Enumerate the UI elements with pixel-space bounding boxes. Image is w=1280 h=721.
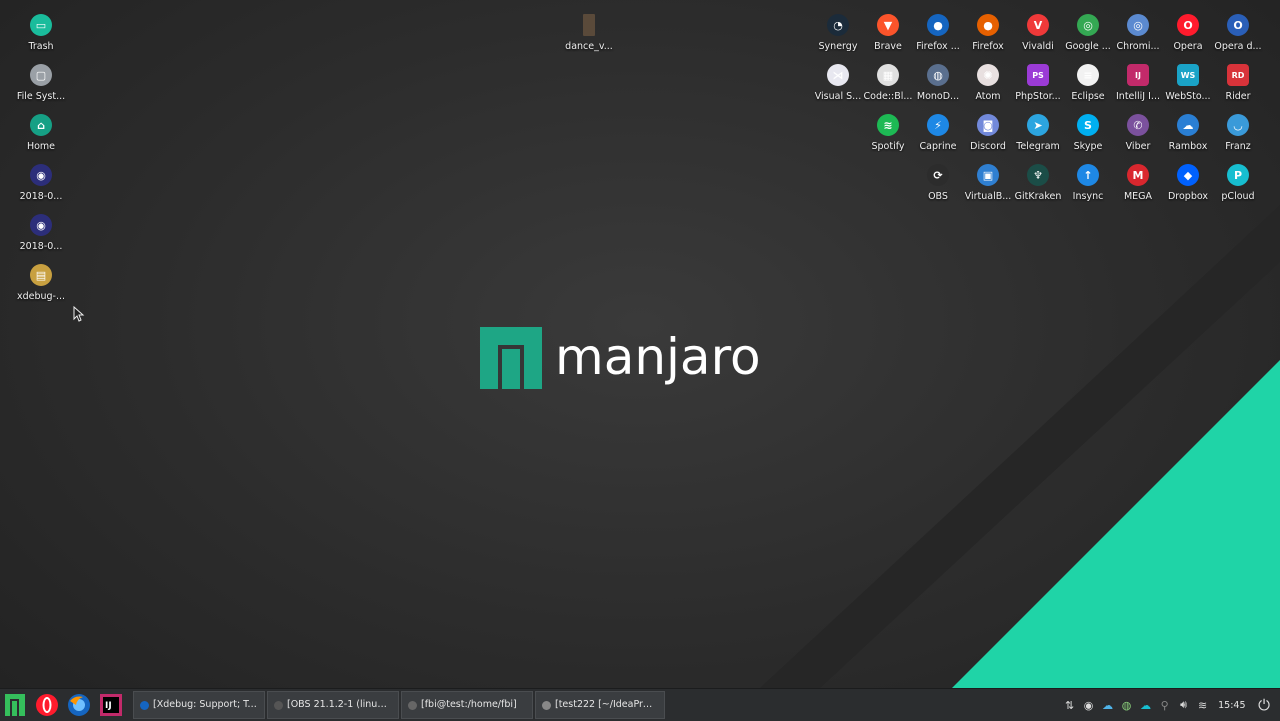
vscode-icon: ⋊	[827, 64, 849, 86]
window-title: [fbi@test:/home/fbi]	[421, 699, 517, 710]
firefox-launcher[interactable]	[65, 691, 93, 719]
taskbar-window-button[interactable]: [fbi@test:/home/fbi]	[401, 691, 533, 719]
network-transfer-icon[interactable]: ⇅	[1063, 698, 1077, 712]
desktop-icon-opera-dev[interactable]: O Opera d...	[1205, 14, 1271, 52]
desktop-icon-drive[interactable]: ▢ File Syst...	[8, 64, 74, 102]
skype-icon: S	[1077, 114, 1099, 136]
gitkraken-icon: ♆	[1027, 164, 1049, 186]
chromium-icon: ◎	[1127, 14, 1149, 36]
desktop-icon-home-folder[interactable]: ⌂ Home	[8, 114, 74, 152]
pcloud-tray-icon[interactable]: ☁	[1139, 698, 1153, 712]
home-folder-icon: ⌂	[30, 114, 52, 136]
manjaro-menu-icon	[5, 694, 25, 716]
opera-launcher[interactable]	[33, 691, 61, 719]
window-app-icon	[408, 700, 417, 710]
opera-icon	[36, 694, 58, 716]
desktop-file-label: dance_v...	[565, 41, 613, 52]
taskbar-window-button[interactable]: [OBS 21.1.2-1 (linux) - Pro...	[267, 691, 399, 719]
rider-icon: RD	[1227, 64, 1249, 86]
window-app-icon	[274, 700, 283, 710]
video-file-icon: ◉	[30, 164, 52, 186]
wifi-icon[interactable]: ≋	[1196, 698, 1210, 712]
intellij-launcher[interactable]: IJ	[97, 691, 125, 719]
window-title: [test222 [~/IdeaProjects/t...	[555, 699, 658, 710]
rambox-icon: ☁	[1177, 114, 1199, 136]
eclipse-icon: ≡	[1077, 64, 1099, 86]
logo-text: manjaro	[555, 328, 761, 386]
synergy-icon: ◔	[827, 14, 849, 36]
window-app-icon	[140, 700, 149, 710]
obs-tray-icon[interactable]: ◉	[1082, 698, 1096, 712]
manjaro-mark-icon	[480, 327, 542, 389]
phpstorm-icon: PS	[1027, 64, 1049, 86]
desktop-icon-label: xdebug-...	[16, 291, 66, 302]
trash-icon: ▭	[30, 14, 52, 36]
system-tray: ⇅ ◉ ☁ ◍ ☁ ⚲ 🔊︎ ≋ 15:45 ⏻	[1060, 689, 1280, 721]
application-menu-button[interactable]	[2, 691, 30, 719]
telegram-icon: ➤	[1027, 114, 1049, 136]
discord-icon: ◙	[977, 114, 999, 136]
sync-status-icon[interactable]: ◍	[1120, 698, 1134, 712]
opera-dev-icon: O	[1227, 14, 1249, 36]
obs-icon: ⟳	[927, 164, 949, 186]
insync-icon: ↑	[1077, 164, 1099, 186]
intellij-icon: IJ	[100, 694, 122, 716]
volume-icon[interactable]: 🔊︎	[1177, 698, 1191, 712]
video-thumbnail-icon	[583, 14, 595, 36]
desktop-icon-label: 2018-0...	[19, 191, 63, 202]
caprine-icon: ⚡	[927, 114, 949, 136]
franz-icon: ◡	[1227, 114, 1249, 136]
spotify-icon: ≋	[877, 114, 899, 136]
brave-icon: ▼	[877, 14, 899, 36]
intellij-icon: IJ	[1127, 64, 1149, 86]
viber-icon: ✆	[1127, 114, 1149, 136]
desktop-icon-label: 2018-0...	[19, 241, 63, 252]
video-file-icon: ◉	[30, 214, 52, 236]
window-title: [OBS 21.1.2-1 (linux) - Pro...	[287, 699, 392, 710]
cloud-sync-icon[interactable]: ☁	[1101, 698, 1115, 712]
usb-device-icon[interactable]: ⚲	[1158, 698, 1172, 712]
desktop-icon-label: Franz	[1225, 141, 1251, 152]
opera-icon: O	[1177, 14, 1199, 36]
firefox-dev-icon: ●	[927, 14, 949, 36]
desktop-icon-video-file[interactable]: ◉ 2018-0...	[8, 214, 74, 252]
webstorm-icon: WS	[1177, 64, 1199, 86]
desktop-icon-pcloud[interactable]: PpCloud	[1205, 164, 1271, 202]
window-title: [Xdebug: Support; Tailore...	[153, 699, 258, 710]
desktop-icon-label: File Syst...	[16, 91, 66, 102]
desktop-icon-label: Trash	[28, 41, 54, 52]
taskbar: IJ [Xdebug: Support; Tailore... [OBS 21.1…	[0, 688, 1280, 721]
desktop-icon-archive[interactable]: ▤ xdebug-...	[8, 264, 74, 302]
svg-text:IJ: IJ	[105, 701, 112, 711]
desktop-icon-label: Home	[26, 141, 56, 152]
desktop-icon-video-file[interactable]: ◉ 2018-0...	[8, 164, 74, 202]
desktop-icon-label: pCloud	[1221, 191, 1255, 202]
drive-icon: ▢	[30, 64, 52, 86]
desktop-icon-trash[interactable]: ▭ Trash	[8, 14, 74, 52]
monodevelop-icon: ◍	[927, 64, 949, 86]
desktop-icon-label: Rider	[1225, 91, 1251, 102]
desktop-icon-label: Opera d...	[1214, 41, 1262, 52]
logout-icon[interactable]: ⏻	[1254, 695, 1274, 715]
virtualbox-icon: ▣	[977, 164, 999, 186]
pcloud-icon: P	[1227, 164, 1249, 186]
firefox-icon: ●	[977, 14, 999, 36]
desktop-icon-rider[interactable]: RD Rider	[1205, 64, 1271, 102]
chrome-icon: ◎	[1077, 14, 1099, 36]
desktop-icon-franz[interactable]: ◡ Franz	[1205, 114, 1271, 152]
firefox-icon	[68, 694, 90, 716]
archive-icon: ▤	[30, 264, 52, 286]
taskbar-window-button[interactable]: [Xdebug: Support; Tailore...	[133, 691, 265, 719]
clock[interactable]: 15:45	[1218, 700, 1245, 711]
atom-icon: ✺	[977, 64, 999, 86]
vivaldi-icon: V	[1027, 14, 1049, 36]
mouse-cursor-icon	[73, 306, 85, 322]
window-app-icon	[542, 700, 551, 710]
taskbar-window-button[interactable]: [test222 [~/IdeaProjects/t...	[535, 691, 665, 719]
desktop-file-dance-video[interactable]: dance_v...	[556, 14, 622, 52]
mega-icon: M	[1127, 164, 1149, 186]
codeblocks-icon: ▦	[877, 64, 899, 86]
dropbox-icon: ◆	[1177, 164, 1199, 186]
manjaro-logo: manjaro	[480, 327, 800, 391]
